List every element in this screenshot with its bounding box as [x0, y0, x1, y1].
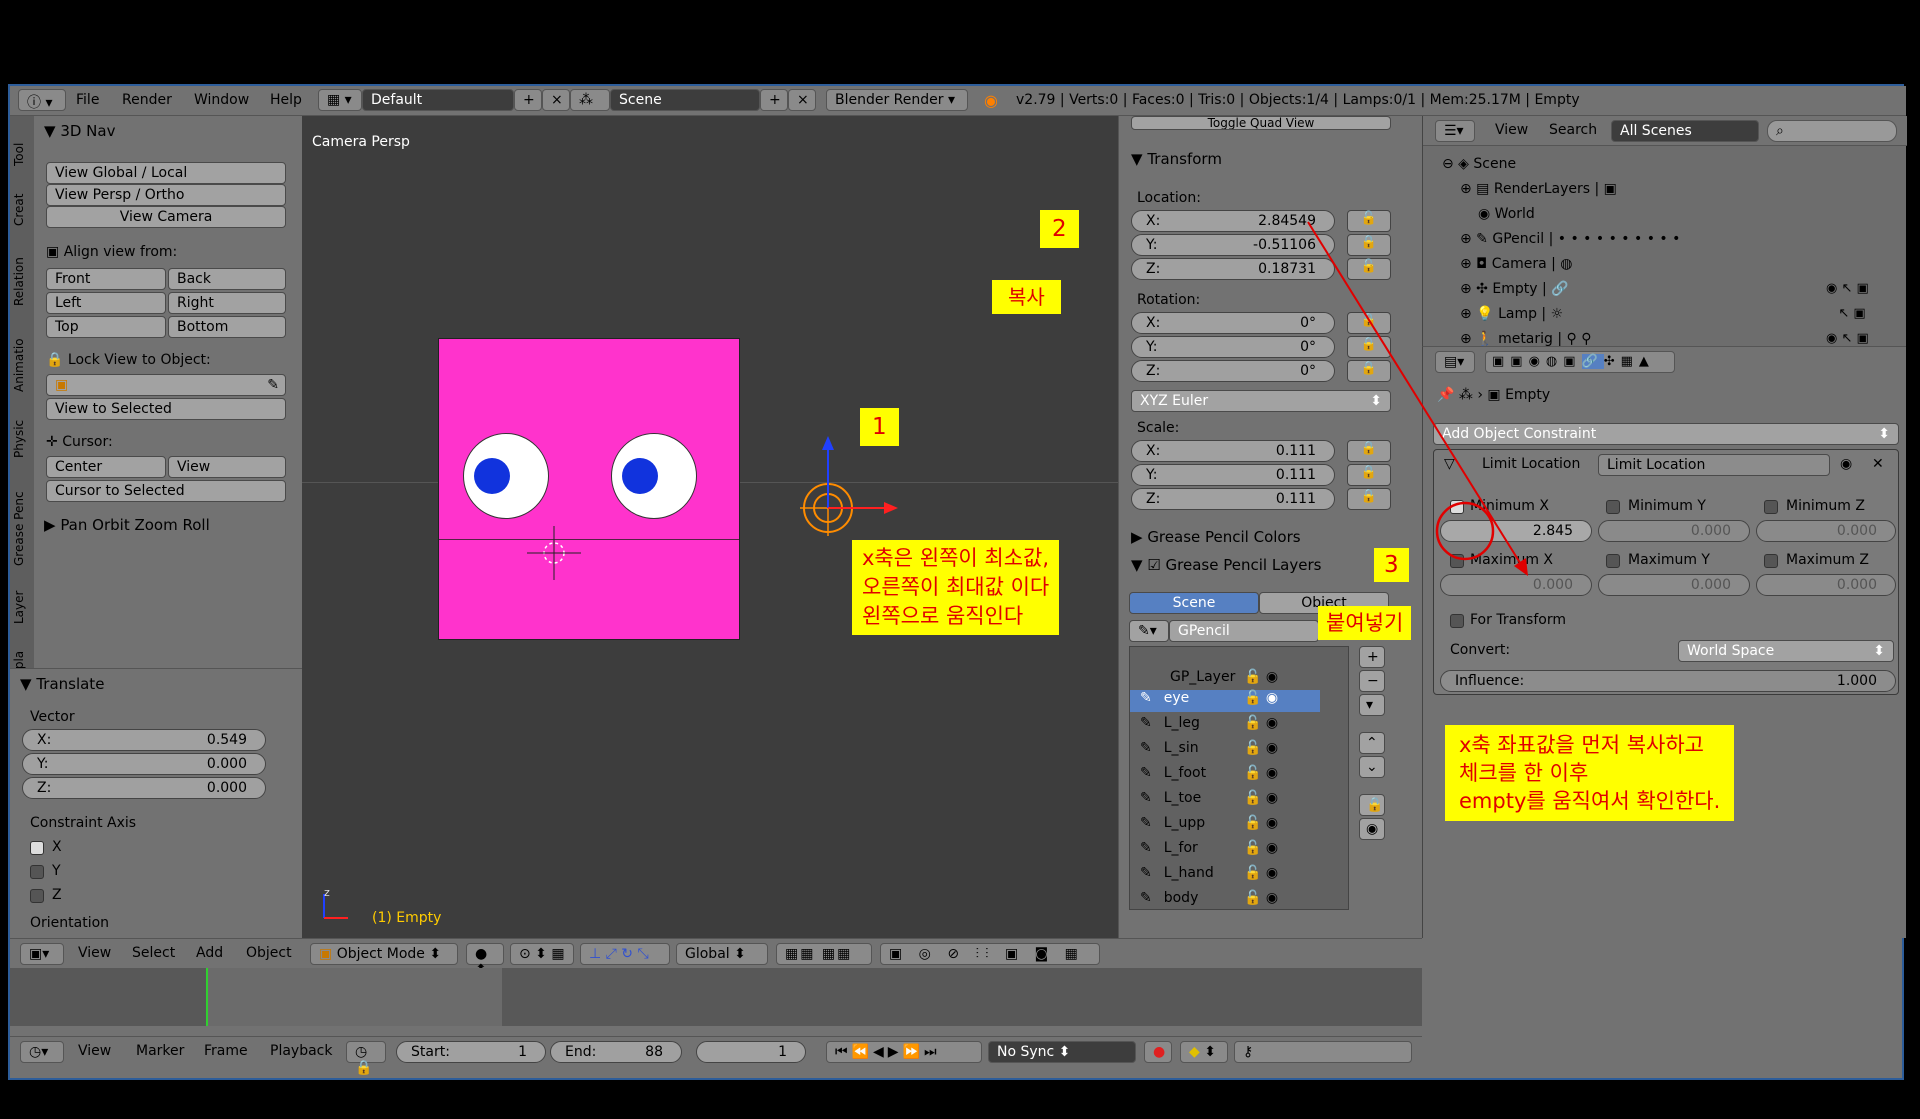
timeline-editor-icon[interactable]: ◷▾ [20, 1041, 64, 1063]
timeline-frame-range [206, 968, 502, 1026]
timeline-menu-frame[interactable]: Frame [204, 1043, 248, 1059]
record-icon: ● [1153, 1044, 1166, 1060]
manipulator-icon: ⊥ ⤢ ↻ ⤡ [589, 946, 649, 962]
end-label: End: [565, 1044, 597, 1060]
keyframe-icon: ◆ [1189, 1044, 1200, 1060]
timeline-tick-label: 160 [758, 1104, 783, 1119]
view3d-menu-select[interactable]: Select [132, 945, 175, 961]
timeline-tick-label: 60 [415, 1104, 432, 1119]
view3d-menu-add[interactable]: Add [196, 945, 223, 961]
keying-set-button[interactable]: ◆ ⬍ [1180, 1041, 1228, 1063]
start-value: 1 [518, 1044, 527, 1060]
annotation-arrow [1307, 221, 1528, 576]
timeline-menu-playback[interactable]: Playback [270, 1043, 332, 1059]
timeline-tick-label: 220 [963, 1104, 989, 1119]
view3d-header: ▣▾ View Select Add Object ▣ Object Mode … [10, 938, 1422, 978]
snap-and-render-buttons[interactable]: ▣ ◎ ⊘ ⫶⫶ ▣ ◙ ▦ [880, 943, 1100, 965]
manipulator-buttons[interactable]: ⊥ ⤢ ↻ ⤡ [580, 943, 670, 965]
view3d-menu-view[interactable]: View [78, 945, 111, 961]
mode-label: Object Mode [336, 946, 425, 962]
start-label: Start: [411, 1044, 450, 1060]
sync-mode-select[interactable]: No Sync ⬍ [988, 1041, 1136, 1063]
timeline-menu-marker[interactable]: Marker [136, 1043, 184, 1059]
timeline-tick-label: 100 [552, 1104, 578, 1119]
view3d-menu-object[interactable]: Object [246, 945, 292, 961]
orientation-label: Global [685, 946, 730, 962]
timeline-tick-label: -40 [72, 1104, 94, 1119]
record-button[interactable]: ● [1144, 1041, 1172, 1063]
end-value: 88 [645, 1044, 663, 1060]
timeline-tick-label: 40 [346, 1104, 363, 1119]
view3d-editor-icon[interactable]: ▣▾ [20, 943, 64, 965]
timeline-tick-label: 180 [826, 1104, 852, 1119]
keying-set-field[interactable]: ⚷ [1234, 1041, 1412, 1063]
timeline-menu-view[interactable]: View [78, 1043, 111, 1059]
start-frame-field[interactable]: Start: 1 [396, 1041, 546, 1063]
timeline-header: ◷▾ View Marker Frame Playback ◷🔒 Start: 1… [10, 1036, 1422, 1076]
sync-mode-label: No Sync [997, 1044, 1055, 1060]
playback-controls[interactable]: ⏮⏪◀▶⏩⏭ [826, 1041, 982, 1063]
timeline-tick-label: 140 [689, 1104, 715, 1119]
timeline-tick-label: -20 [140, 1104, 162, 1119]
pivot-select[interactable]: ⊙ ⬍ ▦ [510, 943, 574, 965]
timeline-tick-label: 260 [1101, 1104, 1126, 1119]
current-frame-field[interactable]: 1 [696, 1041, 806, 1063]
current-frame-value: 1 [778, 1044, 787, 1060]
mode-select[interactable]: ▣ Object Mode ⬍ [310, 943, 458, 965]
keying-icon: ⚷ [1243, 1044, 1254, 1060]
timeline-tick-label: 20 [277, 1104, 295, 1119]
timeline-tick-label: 120 [620, 1104, 646, 1119]
layer-buttons[interactable]: ▦▦ ▦▦ [776, 943, 872, 965]
object-mode-cube-icon: ▣ [319, 946, 333, 962]
timeline-tick-label: 240 [1032, 1104, 1058, 1119]
transform-orientation-select[interactable]: Global ⬍ [676, 943, 768, 965]
blender-window: ⓘ ▾ File Render Window Help ▦ ▾ Default … [8, 84, 1907, 1119]
shading-select[interactable]: ● ⬍ [466, 943, 504, 978]
timeline-tick-label: 280 [1169, 1104, 1195, 1119]
timeline-tick-label: 0 [209, 1104, 218, 1119]
timeline-tick-label: 80 [483, 1104, 501, 1119]
timeline-area[interactable] [10, 968, 1422, 1026]
preview-range-icon[interactable]: ◷🔒 [346, 1041, 386, 1076]
timeline-current-frame-marker[interactable] [206, 968, 208, 1026]
timeline-tick-label: 200 [895, 1104, 921, 1119]
end-frame-field[interactable]: End: 88 [550, 1041, 682, 1063]
